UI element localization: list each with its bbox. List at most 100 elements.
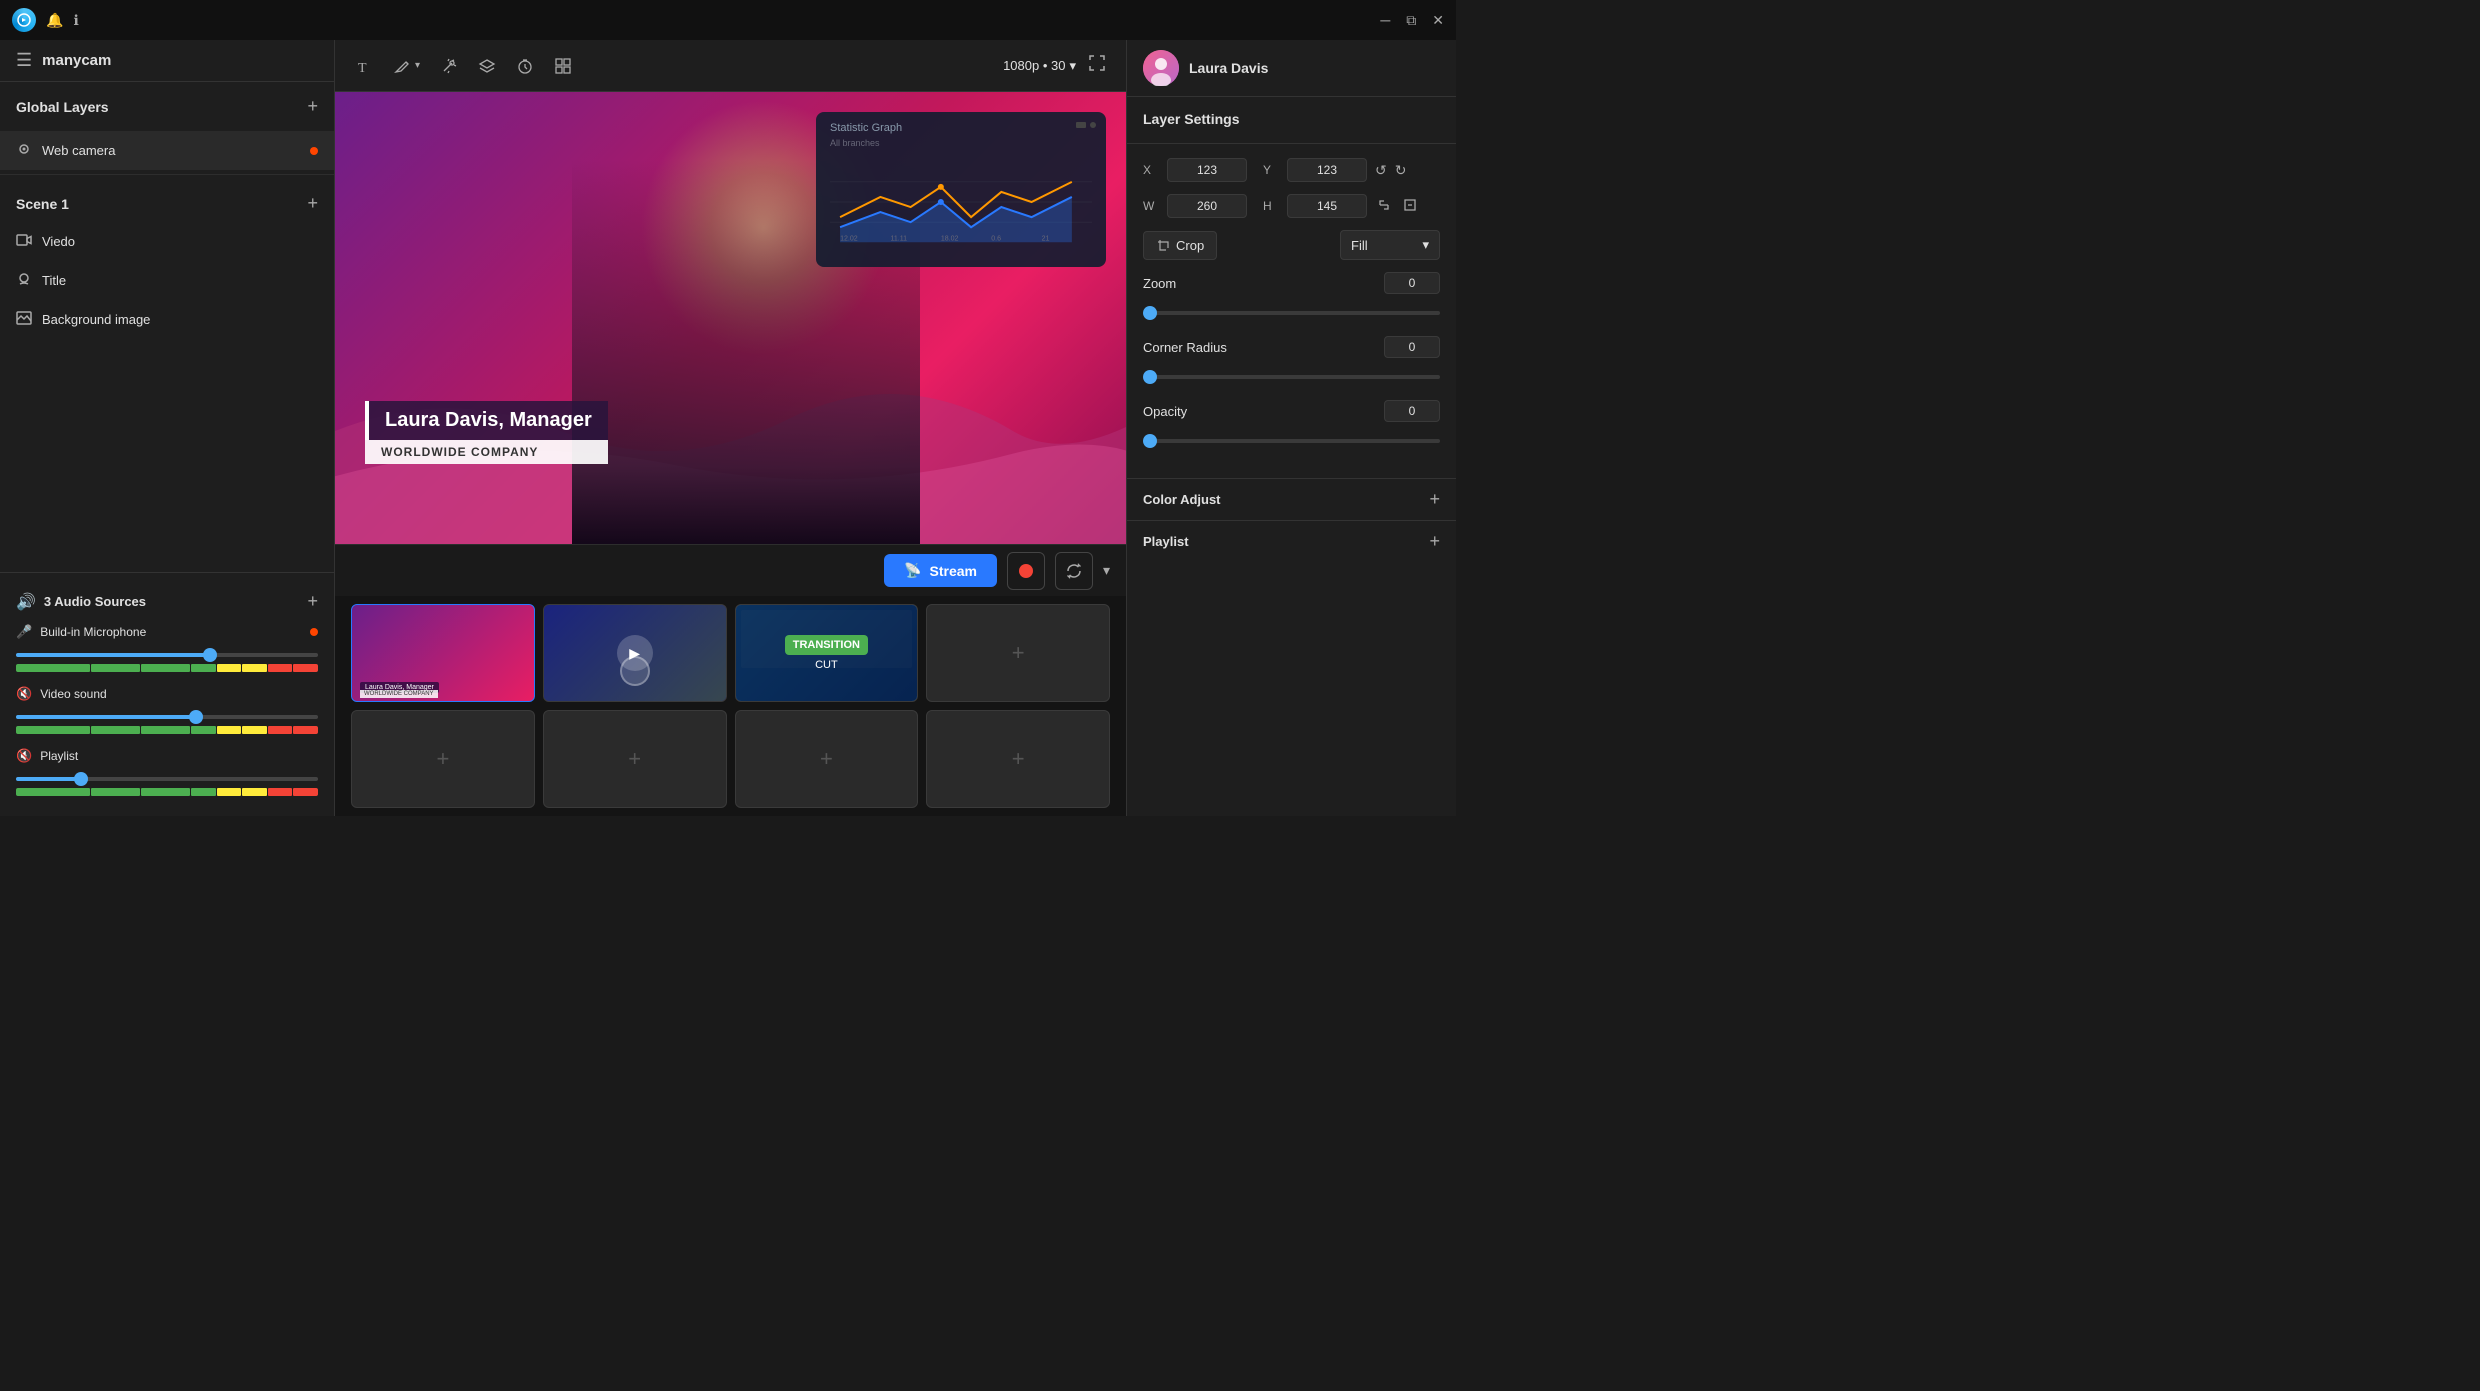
maximize-button[interactable]: ⧉	[1406, 12, 1416, 29]
crop-label: Crop	[1176, 238, 1204, 253]
sidebar-item-webcam[interactable]: Web camera	[0, 131, 334, 170]
svg-text:11.11: 11.11	[890, 235, 907, 242]
viedo-icon	[16, 232, 32, 251]
scene-thumb-8[interactable]: +	[926, 710, 1110, 808]
sidebar-item-background[interactable]: Background image	[0, 300, 334, 339]
audio-source-microphone: 🎤 Build-in Microphone	[0, 620, 334, 682]
zoom-section: Zoom	[1143, 272, 1440, 320]
videosound-slider[interactable]	[16, 715, 318, 719]
microphone-label: Build-in Microphone	[40, 625, 302, 639]
scene-thumb-5[interactable]: +	[351, 710, 535, 808]
audio-source-playlist: 🔇 Playlist	[0, 744, 334, 806]
layer-settings-header: Layer Settings	[1127, 97, 1456, 144]
corner-radius-value-input[interactable]	[1384, 336, 1440, 358]
record-button[interactable]	[1007, 552, 1045, 590]
microphone-meter	[16, 664, 318, 672]
grid-tool-button[interactable]	[554, 57, 572, 75]
svg-text:18.02: 18.02	[941, 235, 959, 242]
sidebar-item-title[interactable]: Title	[0, 261, 334, 300]
background-label: Background image	[42, 312, 318, 327]
zoom-value-input[interactable]	[1384, 272, 1440, 294]
playlist-audio-meter	[16, 788, 318, 796]
layers-tool-button[interactable]	[478, 57, 496, 75]
reset-position-button[interactable]: ↺	[1375, 162, 1387, 179]
info-icon[interactable]: ℹ	[73, 12, 78, 29]
reset-size-button[interactable]	[1401, 196, 1419, 217]
timer-tool-button[interactable]	[516, 57, 534, 75]
xy-row: X Y ↺ ↻	[1143, 158, 1440, 182]
audio-header: 🔊 3 Audio Sources +	[0, 583, 334, 620]
audio-section: 🔊 3 Audio Sources + 🎤 Build-in Microphon…	[0, 572, 334, 816]
scene-thumb-6[interactable]: +	[543, 710, 727, 808]
audio-add-button[interactable]: +	[307, 591, 318, 612]
scene-add-button[interactable]: +	[307, 193, 318, 214]
audio-icon: 🔊	[16, 592, 36, 612]
minimize-button[interactable]: ─	[1380, 12, 1390, 28]
text-tool-button[interactable]: T	[355, 57, 373, 75]
zoom-slider[interactable]	[1143, 311, 1440, 315]
x-label: X	[1143, 163, 1159, 177]
notification-icon[interactable]: 🔔	[46, 12, 63, 29]
refresh-position-button[interactable]: ↻	[1395, 162, 1407, 179]
fullscreen-button[interactable]	[1088, 54, 1106, 77]
presenter-company: WORLDWIDE COMPANY	[365, 440, 608, 464]
scene-thumb-4[interactable]: +	[926, 604, 1110, 702]
record-indicator	[1019, 564, 1033, 578]
opacity-slider[interactable]	[1143, 439, 1440, 443]
right-sidebar: Laura Davis Layer Settings X Y ↺ ↻ W H	[1126, 40, 1456, 816]
pencil-tool-button[interactable]: ▾	[393, 57, 420, 75]
scene-thumb-7[interactable]: +	[735, 710, 919, 808]
opacity-value-input[interactable]	[1384, 400, 1440, 422]
corner-radius-slider[interactable]	[1143, 375, 1440, 379]
scene-thumb-2[interactable]: 2 ▶	[543, 604, 727, 702]
opacity-title: Opacity	[1143, 404, 1187, 419]
scene-thumb-3[interactable]: 3 TRANSITION CUT	[735, 604, 919, 702]
center-area: T ▾	[335, 40, 1126, 816]
title-bar-right: ─ ⧉ ✕	[1380, 12, 1444, 29]
playlist-add-button[interactable]: +	[1429, 531, 1440, 552]
wand-tool-button[interactable]	[440, 57, 458, 75]
playlist-audio-slider[interactable]	[16, 777, 318, 781]
w-input[interactable]	[1167, 194, 1247, 218]
scene-title: Scene 1	[16, 196, 69, 212]
resolution-button[interactable]: 1080p • 30 ▾	[1003, 58, 1076, 74]
svg-text:0.6: 0.6	[991, 235, 1001, 242]
scene-add-8: +	[1012, 746, 1025, 772]
expand-button[interactable]: ▾	[1103, 562, 1110, 579]
zoom-title: Zoom	[1143, 276, 1176, 291]
hamburger-menu[interactable]: ☰	[16, 50, 32, 71]
toolbar-right: 1080p • 30 ▾	[1003, 54, 1106, 77]
webcam-icon	[16, 141, 32, 160]
h-input[interactable]	[1287, 194, 1367, 218]
scene-thumb-1[interactable]: 1 Laura Davis, Manager WORLDWIDE COMPANY	[351, 604, 535, 702]
w-label: W	[1143, 199, 1159, 213]
stream-button[interactable]: 📡 Stream	[884, 554, 997, 587]
videosound-icon: 🔇	[16, 686, 32, 702]
scene-add-7: +	[820, 746, 833, 772]
microphone-slider[interactable]	[16, 653, 318, 657]
title-bar: 🔔 ℹ ─ ⧉ ✕	[0, 0, 1456, 40]
name-card: Laura Davis, Manager WORLDWIDE COMPANY	[365, 401, 608, 464]
bottom-bar: 📡 Stream ▾	[335, 544, 1126, 596]
close-button[interactable]: ✕	[1432, 12, 1444, 29]
y-label: Y	[1263, 163, 1279, 177]
user-avatar	[1143, 50, 1179, 86]
crop-button[interactable]: Crop	[1143, 231, 1217, 260]
microphone-icon: 🎤	[16, 624, 32, 640]
x-input[interactable]	[1167, 158, 1247, 182]
y-input[interactable]	[1287, 158, 1367, 182]
sidebar-item-viedo[interactable]: Viedo	[0, 222, 334, 261]
stats-chart: 12.02 11.11 18.02 0.6 21	[830, 152, 1092, 252]
scene-add-6: +	[628, 746, 641, 772]
color-adjust-add-button[interactable]: +	[1429, 489, 1440, 510]
transition-overlay-3: TRANSITION CUT	[736, 605, 918, 701]
sync-button[interactable]	[1055, 552, 1093, 590]
fill-select[interactable]: Fill ▾	[1340, 230, 1440, 260]
global-layers-add-button[interactable]: +	[307, 96, 318, 117]
toolbar: T ▾	[335, 40, 1126, 92]
webcam-active-dot	[310, 147, 318, 155]
opacity-section: Opacity	[1143, 400, 1440, 448]
constrain-proportions-button[interactable]	[1375, 196, 1393, 217]
scene-header: Scene 1 +	[0, 179, 334, 222]
audio-sources-title: 3 Audio Sources	[44, 594, 146, 609]
